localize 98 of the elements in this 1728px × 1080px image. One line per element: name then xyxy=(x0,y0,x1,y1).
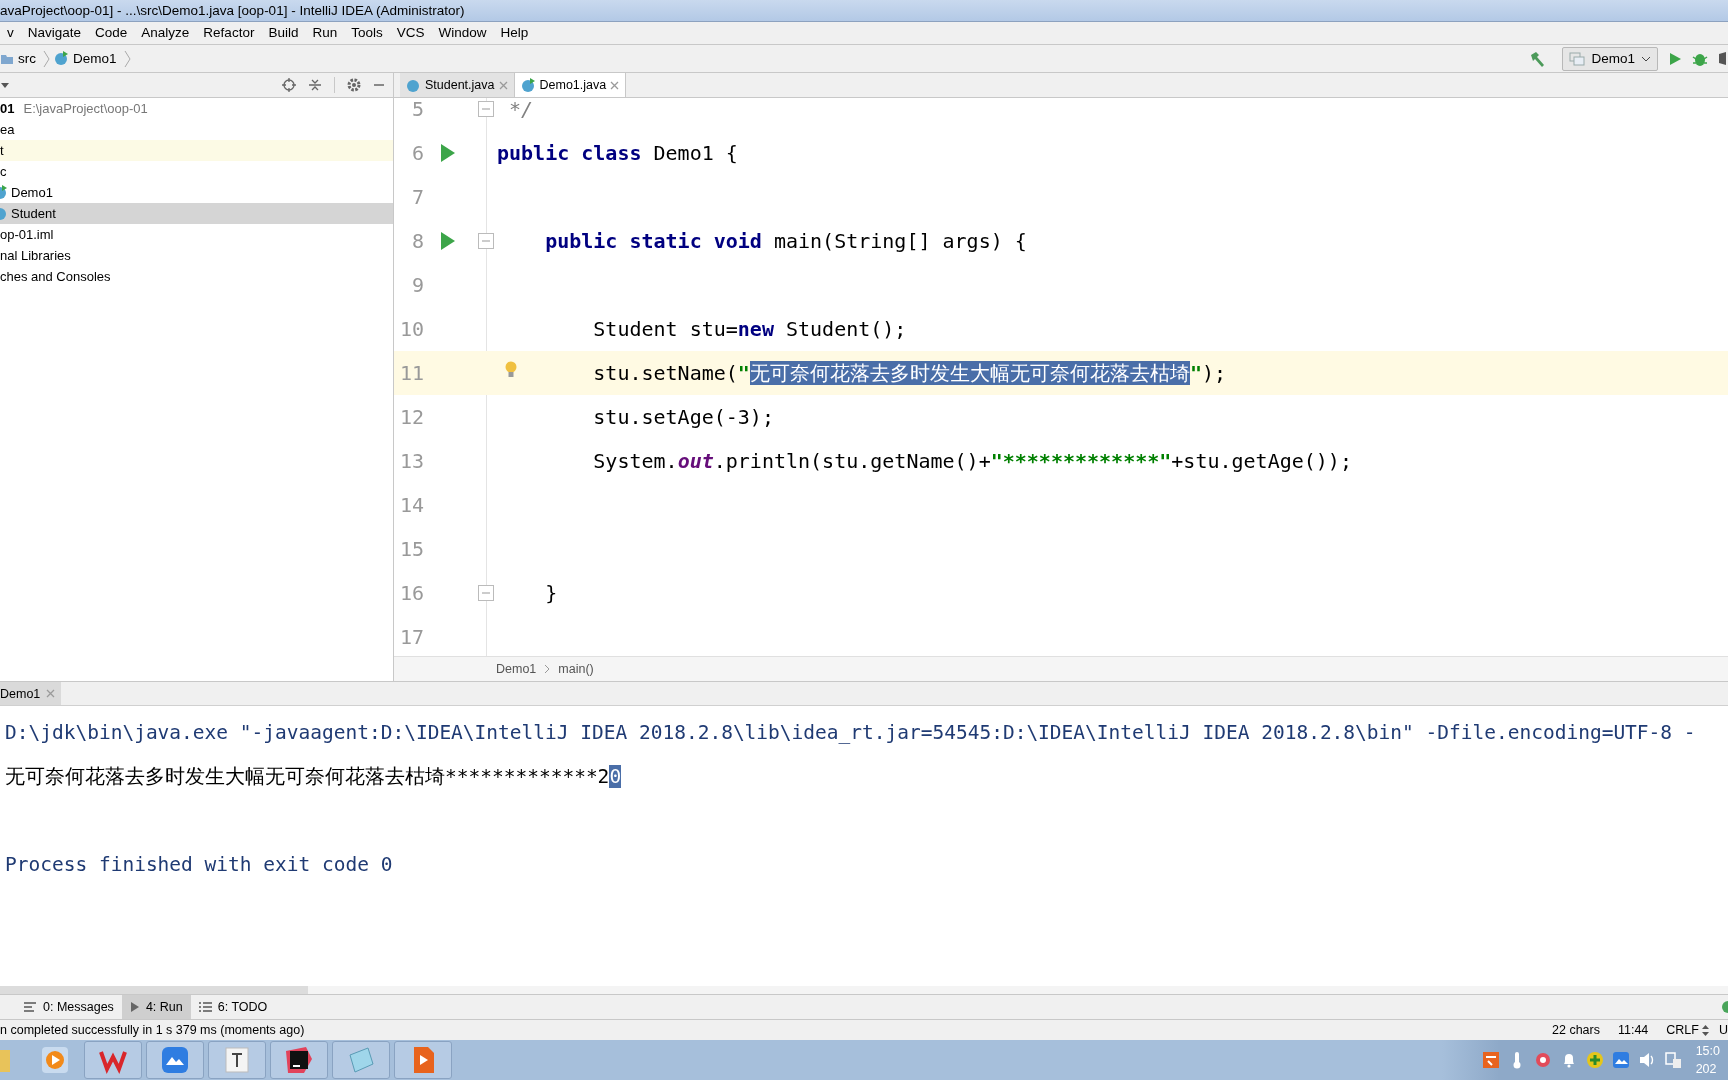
char-count: 22 chars xyxy=(1552,1023,1600,1037)
run-icon[interactable] xyxy=(1668,51,1682,66)
console-line: D:\jdk\bin\java.exe "-javaagent:D:\IDEA\IntelliJ IDEA 2018.2.8\lib\idea_rt.jar=54545:D:\IDEA\IntelliJ IDEA 2018.2.8\bin" -Dfile.encoding=UTF-8 - xyxy=(4,719,1697,746)
line-number: 13 xyxy=(398,449,424,473)
code-line: */ xyxy=(508,98,534,123)
editor-tab[interactable]: Demo1.java xyxy=(514,73,627,97)
tool-window-button[interactable]: 0: Messages xyxy=(16,995,122,1019)
tree-item[interactable]: t xyxy=(0,140,393,161)
line-number: 6 xyxy=(410,141,424,165)
code-line: System.out.println(stu.getName()+"*************"+stu.getAge()); xyxy=(592,448,1352,475)
fold-icon[interactable] xyxy=(478,585,494,601)
line-number: 11 xyxy=(398,361,424,385)
menu-item[interactable]: Navigate xyxy=(20,22,89,44)
cloud-icon[interactable] xyxy=(160,1045,190,1075)
menu-item[interactable]: Refactor xyxy=(196,22,262,44)
chevron-icon xyxy=(43,49,50,68)
collapse-icon[interactable] xyxy=(308,78,322,92)
code-line: public static void main(String[] args) { xyxy=(544,228,1027,255)
tool-window-button[interactable]: 4: Run xyxy=(121,995,191,1019)
code-line: } xyxy=(544,580,558,607)
class-icon xyxy=(54,51,69,66)
menu-item[interactable]: Analyze xyxy=(134,22,197,44)
encoding-selector[interactable]: U xyxy=(1718,1023,1728,1037)
menu-item[interactable]: Help xyxy=(493,22,536,44)
menu-item[interactable]: Build xyxy=(261,22,306,44)
line-number: 7 xyxy=(410,185,424,209)
breadcrumb-item[interactable]: Demo1 xyxy=(496,662,537,676)
volume-icon[interactable] xyxy=(1637,1051,1656,1069)
class-icon xyxy=(520,77,536,93)
tree-item[interactable]: ches and Consoles xyxy=(0,266,393,287)
network-icon[interactable] xyxy=(1663,1051,1682,1069)
line-number: 16 xyxy=(398,581,424,605)
close-icon[interactable] xyxy=(498,80,508,90)
tree-item[interactable]: Student xyxy=(0,203,393,224)
code-line: Student stu=new Student(); xyxy=(592,316,907,343)
play-icon xyxy=(129,1001,140,1013)
tree-item[interactable]: 01 E:\javaProject\oop-01 xyxy=(0,98,393,119)
line-number: 14 xyxy=(398,493,424,517)
tree-item[interactable]: op-01.iml xyxy=(0,224,393,245)
console-output: 无可奈何花落去多时发生大幅无可奈何花落去枯埼*************20 xyxy=(4,763,623,790)
menu-item[interactable]: Run xyxy=(305,22,345,44)
fold-icon[interactable] xyxy=(478,233,494,249)
locate-icon[interactable] xyxy=(282,78,296,92)
tree-item[interactable]: c xyxy=(0,161,393,182)
line-separator-selector[interactable]: CRLF xyxy=(1666,1023,1709,1037)
scrollbar-thumb[interactable] xyxy=(0,986,308,994)
code-line: stu.setAge(-3); xyxy=(592,404,774,431)
line-number: 9 xyxy=(410,273,424,297)
line-number: 12 xyxy=(398,405,424,429)
tree-item[interactable]: Demo1 xyxy=(0,182,393,203)
chevron-icon xyxy=(544,664,551,674)
line-number: 15 xyxy=(398,537,424,561)
tool-window-button[interactable]: 6: TODO xyxy=(190,995,276,1019)
caret-position[interactable]: 11:44 xyxy=(1617,1023,1649,1037)
menu-item[interactable]: Window xyxy=(431,22,494,44)
menu-item[interactable]: VCS xyxy=(389,22,432,44)
lines-icon xyxy=(24,1002,37,1012)
lightbulb-icon[interactable] xyxy=(504,361,518,379)
menu-item[interactable]: Tools xyxy=(344,22,390,44)
window-icon xyxy=(1569,51,1586,66)
caret-icon xyxy=(1641,54,1651,63)
line-number: 8 xyxy=(410,229,424,253)
settings-icon[interactable] xyxy=(347,78,361,92)
menu-item[interactable]: v xyxy=(0,22,21,44)
chevron-icon xyxy=(123,49,131,68)
window-title: avaProject\oop-01] - ...\src\Demo1.java [oop-01] - IntelliJ IDEA (Administrator) xyxy=(0,2,465,20)
breadcrumb-item[interactable]: src xyxy=(18,51,36,66)
list-icon xyxy=(198,1001,212,1013)
plus-icon[interactable] xyxy=(1585,1051,1604,1069)
breadcrumb-item[interactable]: Demo1 xyxy=(73,51,117,66)
editor-tab[interactable]: Student.java xyxy=(400,73,515,97)
run-configuration-dropdown[interactable]: Demo1 xyxy=(1562,46,1658,71)
tree-item[interactable]: ea xyxy=(0,119,393,140)
menu-item[interactable]: Code xyxy=(88,22,135,44)
hammer-icon[interactable] xyxy=(1528,49,1547,68)
line-number: 17 xyxy=(398,625,424,649)
up-down-icon xyxy=(1701,1024,1709,1036)
notepad-icon[interactable] xyxy=(346,1045,376,1075)
code-line: public class Demo1 { xyxy=(496,140,738,167)
line-number: 10 xyxy=(398,317,424,341)
breadcrumb-item[interactable]: main() xyxy=(558,662,594,676)
media-player-icon[interactable] xyxy=(40,1045,70,1075)
slides-icon[interactable] xyxy=(1481,1051,1500,1069)
cloud-icon[interactable] xyxy=(1611,1051,1630,1069)
run-icon[interactable] xyxy=(440,231,456,251)
caret-icon[interactable] xyxy=(0,81,10,89)
console-line: Process finished with exit code 0 xyxy=(4,851,394,878)
close-icon[interactable] xyxy=(610,80,620,90)
run-icon[interactable] xyxy=(440,143,456,163)
run-tab[interactable]: Demo1 xyxy=(0,682,62,705)
tree-item[interactable]: nal Libraries xyxy=(0,245,393,266)
line-number: 5 xyxy=(410,98,424,121)
close-icon[interactable] xyxy=(46,689,56,698)
fold-icon[interactable] xyxy=(478,101,494,117)
class-icon xyxy=(406,77,421,93)
ide-icon[interactable] xyxy=(284,1045,314,1075)
status-message: n completed successfully in 1 s 379 ms (moments ago) xyxy=(0,1023,306,1037)
document-icon[interactable] xyxy=(222,1045,252,1075)
